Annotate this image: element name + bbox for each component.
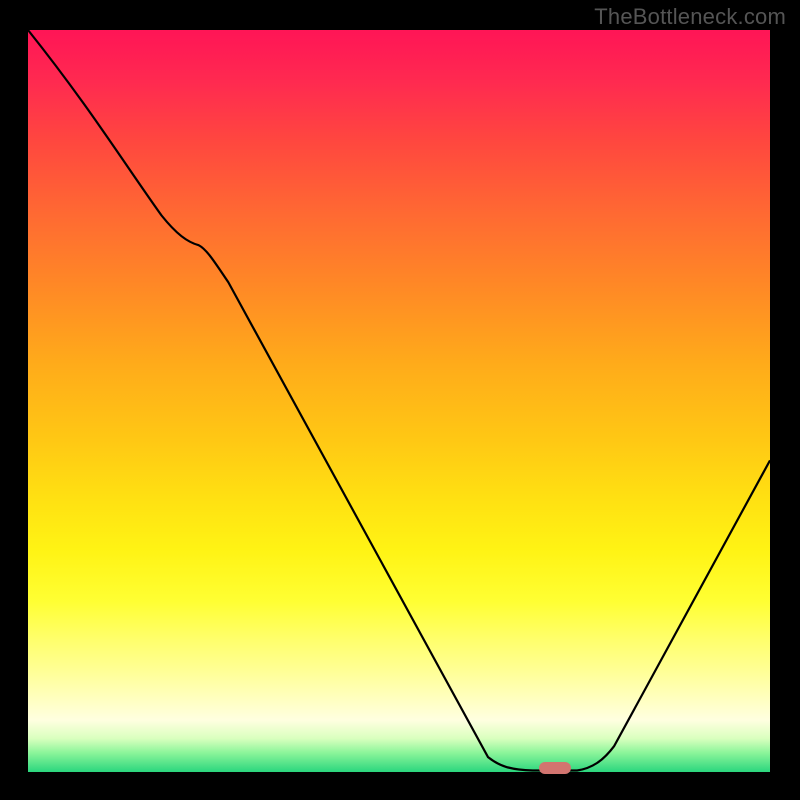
curve-path xyxy=(28,30,770,771)
bottleneck-curve xyxy=(28,30,770,772)
chart-plot-area xyxy=(28,30,770,772)
optimum-marker xyxy=(539,762,571,774)
watermark-text: TheBottleneck.com xyxy=(594,4,786,30)
